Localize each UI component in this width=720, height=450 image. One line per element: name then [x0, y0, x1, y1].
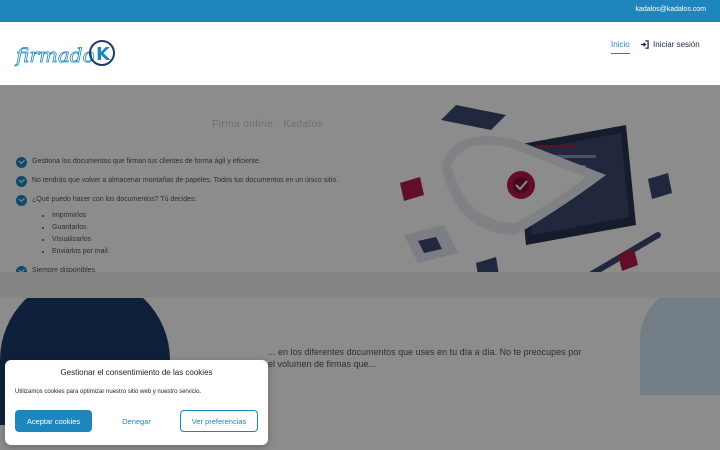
sign-in-icon — [640, 40, 649, 49]
view-preferences-button[interactable]: Ver preferencias — [180, 410, 258, 432]
svg-text:firmado: firmado — [14, 43, 95, 67]
svg-text:K: K — [96, 44, 111, 65]
cookie-title: Gestionar el consentimiento de las cooki… — [60, 368, 213, 377]
contact-email[interactable]: kadalos@kadalos.com — [635, 6, 706, 13]
site-header: firmado K Inicio Iniciar sesión — [0, 22, 720, 85]
nav-login-label: Iniciar sesión — [653, 40, 700, 49]
firmadok-logo[interactable]: firmado K — [14, 36, 118, 72]
nav-login[interactable]: Iniciar sesión — [640, 40, 700, 49]
cookie-text: Utilizamos cookies para optimizar nuestr… — [15, 389, 202, 395]
deny-cookies-button[interactable]: Denegar — [98, 410, 175, 432]
cookie-consent-dialog: Gestionar el consentimiento de las cooki… — [5, 360, 268, 445]
top-bar: kadalos@kadalos.com — [0, 0, 720, 22]
accept-cookies-button[interactable]: Aceptar cookies — [15, 410, 92, 432]
nav-inicio[interactable]: Inicio — [611, 40, 630, 54]
